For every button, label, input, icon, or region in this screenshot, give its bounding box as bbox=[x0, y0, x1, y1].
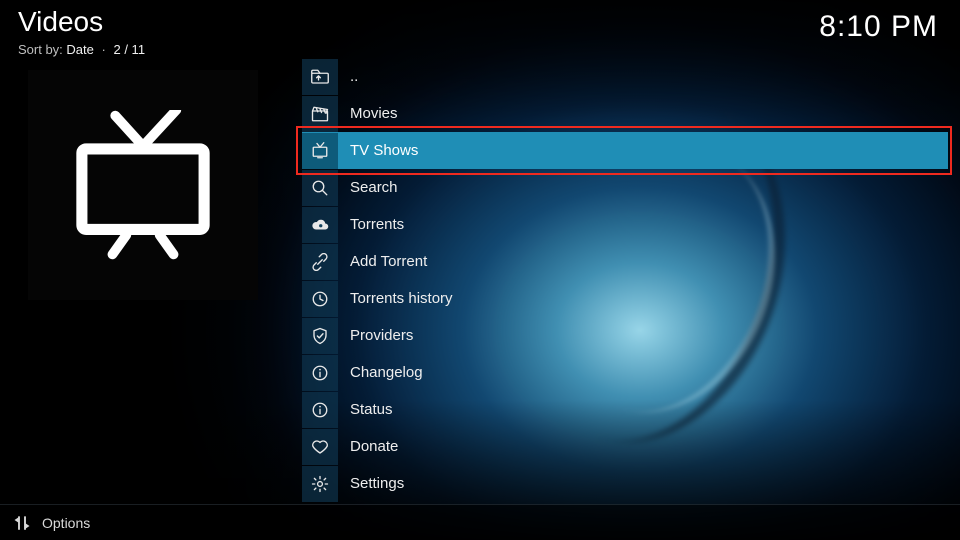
heart-icon bbox=[302, 429, 338, 465]
page-title: Videos bbox=[18, 6, 103, 38]
menu-item-search[interactable]: Search bbox=[302, 169, 948, 206]
menu-item-label: Donate bbox=[350, 438, 398, 455]
menu-item-label: Status bbox=[350, 401, 393, 418]
footer-bar[interactable]: Options bbox=[0, 504, 960, 540]
search-icon bbox=[302, 170, 338, 206]
tv-icon bbox=[302, 133, 338, 169]
info-icon bbox=[302, 355, 338, 391]
clock: 8:10 PM bbox=[819, 10, 938, 44]
info-icon bbox=[302, 392, 338, 428]
menu-item-providers[interactable]: Providers bbox=[302, 317, 948, 354]
clapperboard-icon bbox=[302, 96, 338, 132]
sort-key: Date bbox=[66, 42, 93, 57]
sort-line: Sort by: Date · 2 / 11 bbox=[18, 42, 145, 57]
menu-item-label: Settings bbox=[350, 475, 404, 492]
options-icon bbox=[10, 514, 34, 532]
clock-icon bbox=[302, 281, 338, 317]
menu-item-label: .. bbox=[350, 68, 358, 85]
menu-item-label: Movies bbox=[350, 105, 398, 122]
menu-list: .. Movies TV Shows Search Torrents Add Torren… bbox=[302, 58, 948, 502]
tv-large-icon bbox=[73, 110, 213, 260]
link-icon bbox=[302, 244, 338, 280]
menu-item-status[interactable]: Status bbox=[302, 391, 948, 428]
menu-item-label: Search bbox=[350, 179, 398, 196]
menu-item-tvshows[interactable]: TV Shows bbox=[302, 132, 948, 169]
menu-item-addtorrent[interactable]: Add Torrent bbox=[302, 243, 948, 280]
app-root: Videos Sort by: Date · 2 / 11 8:10 PM ..… bbox=[0, 0, 960, 540]
options-label: Options bbox=[42, 515, 90, 531]
sort-sep: · bbox=[102, 42, 106, 57]
menu-item-label: Add Torrent bbox=[350, 253, 427, 270]
shield-icon bbox=[302, 318, 338, 354]
menu-item-label: TV Shows bbox=[350, 142, 418, 159]
menu-item-donate[interactable]: Donate bbox=[302, 428, 948, 465]
cloud-icon bbox=[302, 207, 338, 243]
menu-item-label: Torrents history bbox=[350, 290, 453, 307]
list-position: 2 / 11 bbox=[113, 42, 145, 57]
menu-item-torrents[interactable]: Torrents bbox=[302, 206, 948, 243]
menu-item-torrentshistory[interactable]: Torrents history bbox=[302, 280, 948, 317]
menu-item-settings[interactable]: Settings bbox=[302, 465, 948, 502]
menu-item-changelog[interactable]: Changelog bbox=[302, 354, 948, 391]
menu-item-up[interactable]: .. bbox=[302, 58, 948, 95]
sort-label: Sort by: bbox=[18, 42, 63, 57]
menu-item-label: Torrents bbox=[350, 216, 404, 233]
menu-item-label: Changelog bbox=[350, 364, 423, 381]
gear-icon bbox=[302, 466, 338, 502]
menu-item-movies[interactable]: Movies bbox=[302, 95, 948, 132]
preview-thumbnail bbox=[28, 70, 258, 300]
menu-item-label: Providers bbox=[350, 327, 413, 344]
folder-up-icon bbox=[302, 59, 338, 95]
